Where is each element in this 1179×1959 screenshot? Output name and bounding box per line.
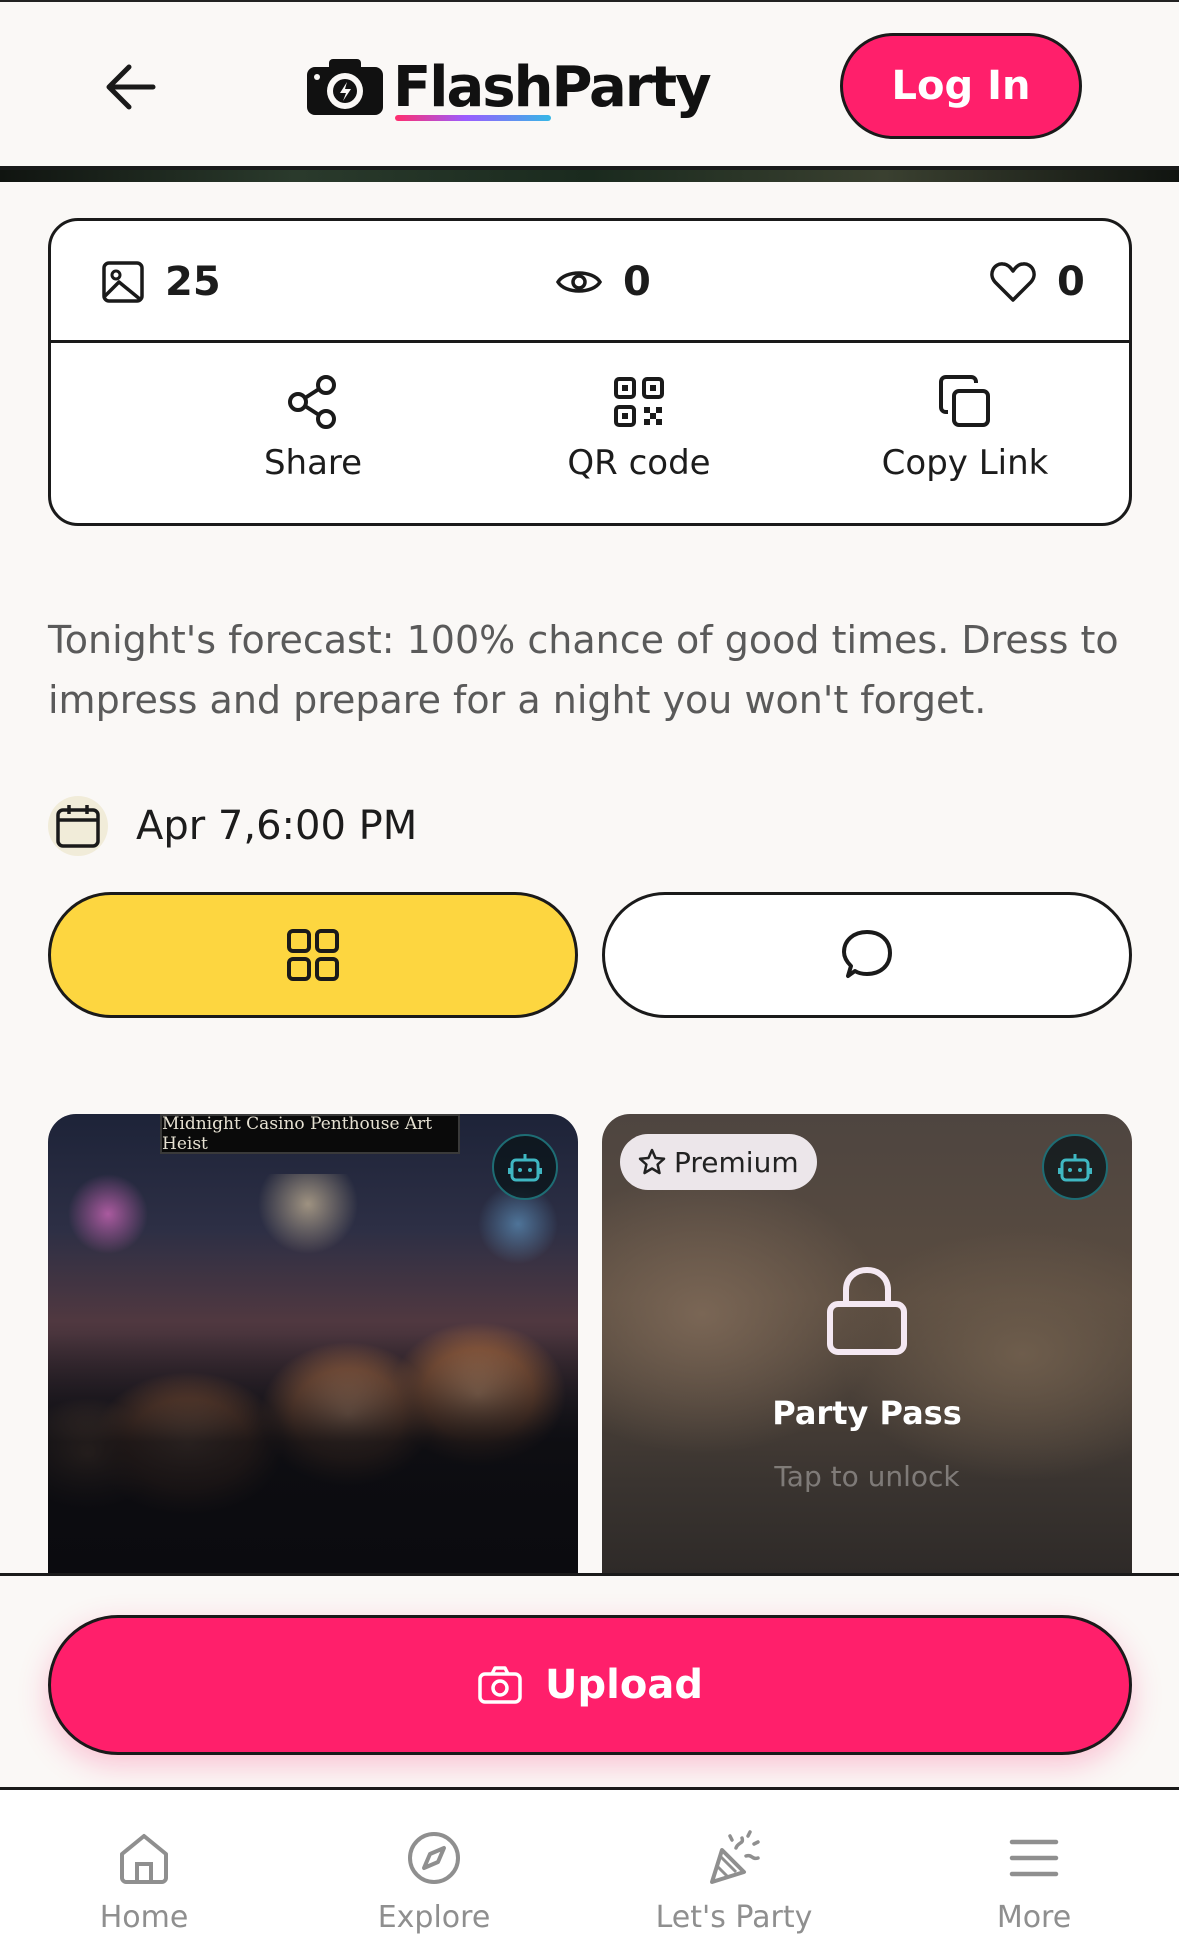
back-button[interactable] [95, 52, 165, 122]
event-description: Tonight's forecast: 100% chance of good … [48, 618, 1119, 722]
view-count-value: 0 [623, 259, 651, 305]
nav-more[interactable]: More [934, 1830, 1134, 1935]
arrow-left-icon [106, 64, 156, 110]
chat-view-toggle[interactable] [602, 892, 1132, 1018]
nav-more-label: More [996, 1900, 1072, 1935]
menu-icon [1009, 1839, 1059, 1877]
photo-guests [48, 1334, 578, 1574]
photo-banner: Midnight Casino Penthouse Art Heist [160, 1114, 460, 1154]
nav-explore[interactable]: Explore [334, 1830, 534, 1935]
share-icon [288, 375, 336, 429]
premium-label: Premium [674, 1145, 799, 1179]
grid-icon [287, 929, 339, 981]
like-count-value: 0 [1057, 259, 1085, 305]
copy-icon [939, 375, 990, 427]
stats-row: 25 0 0 [51, 221, 1129, 343]
photo-party-lights [48, 1174, 578, 1294]
ai-bot-badge[interactable] [1042, 1134, 1108, 1200]
copy-link-button[interactable]: Copy Link [835, 373, 1095, 483]
app-header: FlashParty Log In [0, 0, 1179, 170]
grid-view-toggle[interactable] [48, 892, 578, 1018]
photo-count: 25 [101, 221, 221, 343]
copy-link-label: Copy Link [881, 443, 1049, 483]
upload-bar: Upload [0, 1573, 1179, 1787]
nav-explore-label: Explore [377, 1900, 491, 1935]
like-count[interactable]: 0 [989, 221, 1085, 343]
share-label: Share [263, 443, 363, 483]
app-logo: FlashParty [305, 50, 712, 124]
share-actions-row: Share QR code Copy Link [51, 343, 1129, 523]
qr-code-icon [614, 377, 664, 427]
view-count: 0 [555, 221, 651, 343]
premium-locked-photo[interactable]: Premium Party Pass Tap to unlock [602, 1114, 1132, 1574]
upload-label: Upload [545, 1662, 703, 1708]
eye-icon [555, 271, 603, 293]
heart-icon [990, 262, 1036, 302]
login-button[interactable]: Log In [840, 33, 1082, 139]
robot-icon [1058, 1154, 1092, 1182]
chat-bubble-icon [842, 930, 892, 978]
robot-icon [508, 1154, 542, 1182]
event-stats-card: 25 0 0 Share QR code Copy Link [48, 218, 1132, 526]
home-icon [120, 1834, 168, 1884]
qr-code-button[interactable]: QR code [509, 373, 769, 483]
photo-gallery: Midnight Casino Penthouse Art Heist Prem… [48, 1114, 1132, 1574]
upload-button[interactable]: Upload [48, 1615, 1132, 1755]
nav-lets-party-label: Let's Party [655, 1900, 813, 1935]
logo-underline [395, 115, 551, 121]
camera-logo-icon [307, 59, 383, 115]
tap-to-unlock-hint: Tap to unlock [774, 1460, 960, 1493]
party-pass-title: Party Pass [772, 1394, 962, 1432]
qr-code-label: QR code [567, 443, 711, 483]
photo-count-value: 25 [165, 259, 221, 305]
nav-lets-party[interactable]: Let's Party [634, 1830, 834, 1935]
ai-bot-badge[interactable] [492, 1134, 558, 1200]
event-date-text: Apr 7,6:00 PM [136, 803, 418, 849]
nav-home[interactable]: Home [44, 1830, 244, 1935]
app-name: FlashParty [393, 54, 712, 120]
party-popper-icon [710, 1830, 760, 1884]
star-icon [638, 1148, 666, 1175]
calendar-icon [48, 796, 108, 856]
nav-home-label: Home [99, 1900, 189, 1935]
share-button[interactable]: Share [183, 373, 443, 483]
gallery-photo[interactable]: Midnight Casino Penthouse Art Heist [48, 1114, 578, 1574]
bottom-navigation: Home Explore Let's Party More [0, 1787, 1179, 1959]
event-date: Apr 7,6:00 PM [48, 790, 417, 862]
lock-icon [827, 1266, 907, 1355]
compass-icon [408, 1832, 460, 1884]
camera-icon [478, 1666, 522, 1704]
premium-badge: Premium [620, 1134, 817, 1190]
cover-image-edge [0, 170, 1179, 182]
image-icon [102, 261, 144, 303]
